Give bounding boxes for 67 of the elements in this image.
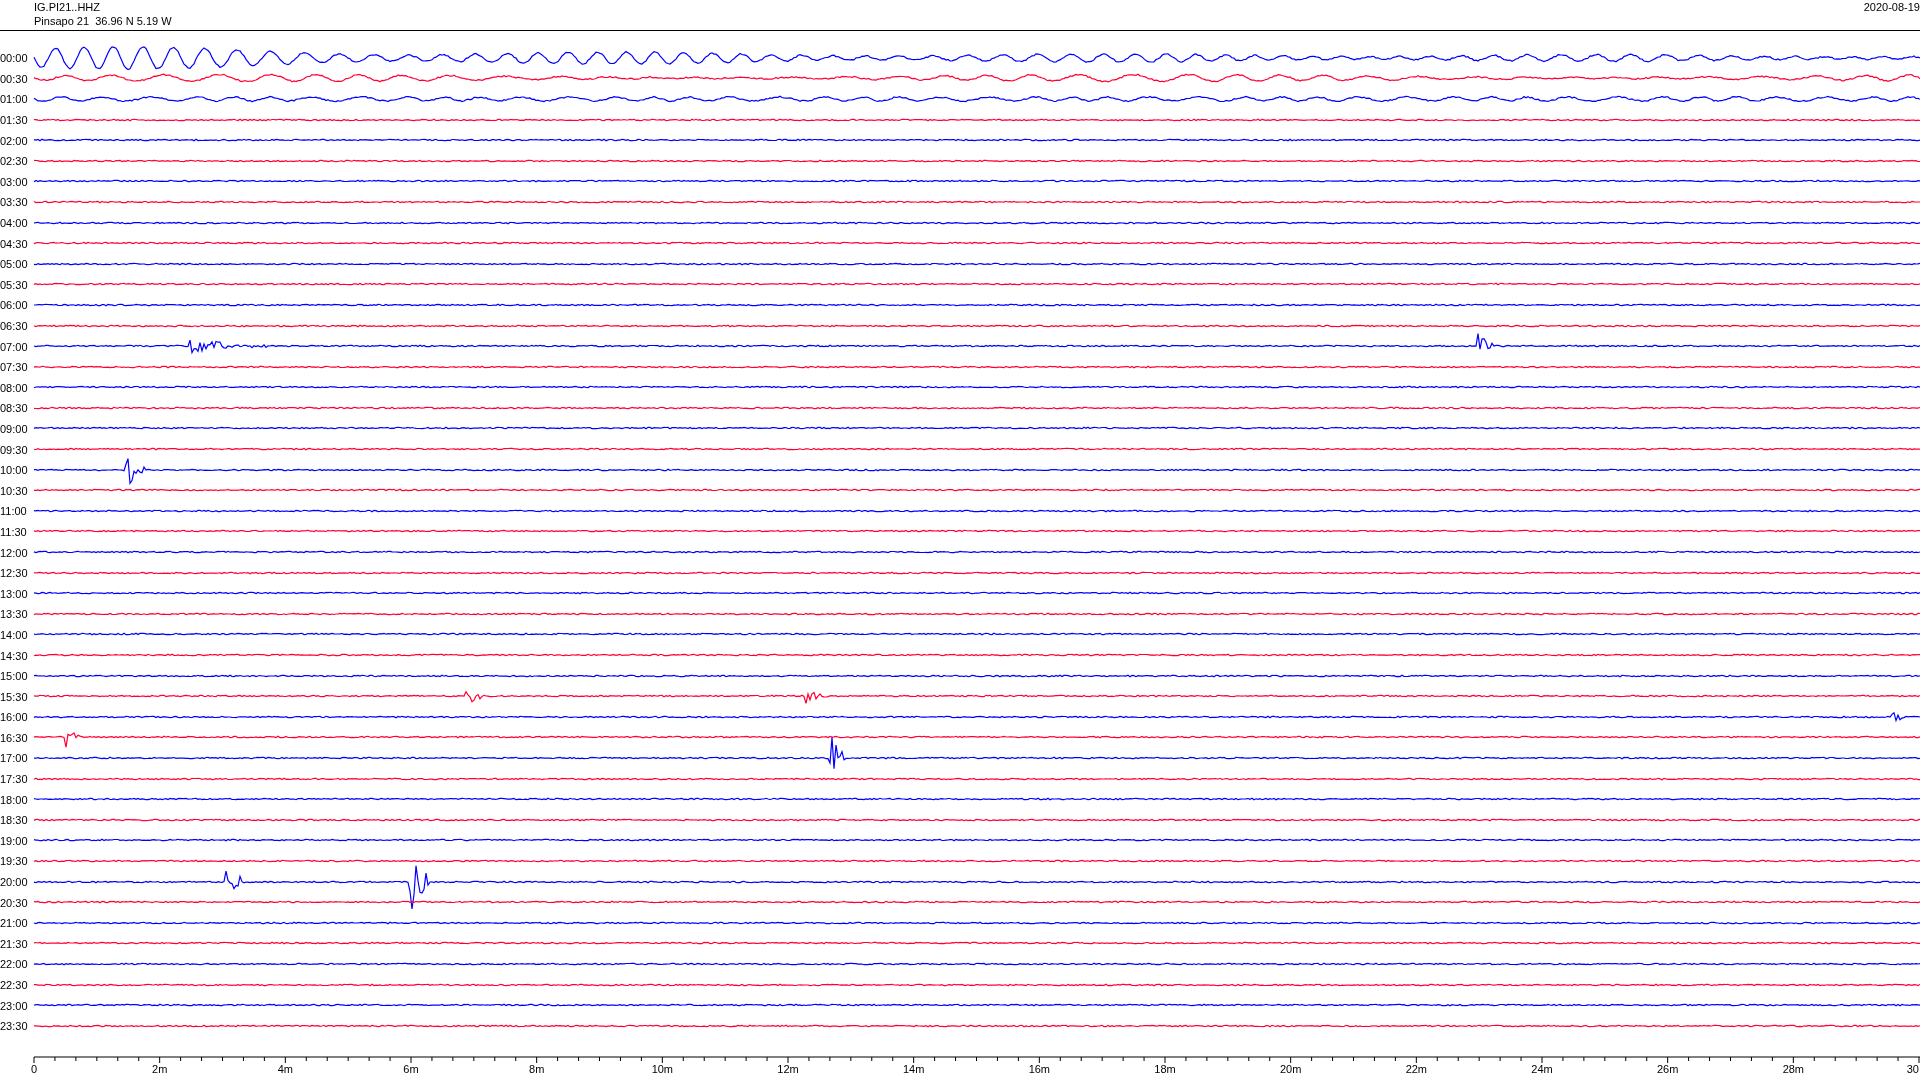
time-label: 05:00 [0,258,29,271]
time-label: 01:00 [0,93,29,106]
time-label: 17:30 [0,773,29,786]
time-label: 09:30 [0,443,29,456]
time-label: 15:30 [0,690,29,703]
time-label: 07:30 [0,361,29,374]
time-label: 08:30 [0,402,29,415]
axis-label: 26m [1656,1062,1679,1075]
time-label: 11:30 [0,525,28,538]
axis-label: 4m [277,1062,293,1075]
axis-label: 8m [529,1062,545,1075]
station-location: Pinsapo 21 36.96 N 5.19 W [34,14,172,28]
time-label: 19:00 [0,834,29,847]
time-label: 10:00 [0,464,29,477]
time-label: 12:30 [0,567,29,580]
time-label: 17:00 [0,752,29,765]
time-label: 10:30 [0,484,29,497]
station-code: IG.PI21..HHZ [34,0,102,14]
time-label: 09:00 [0,423,29,435]
time-label: 18:00 [0,793,29,806]
time-label: 05:30 [0,278,29,291]
time-label: 00:30 [0,72,29,85]
time-label: 18:30 [0,814,29,827]
time-label: 19:30 [0,855,29,868]
time-label: 14:00 [0,628,29,641]
time-label: 20:00 [0,876,29,889]
axis-label: 20m [1279,1062,1302,1075]
axis-label: 12m [777,1062,799,1075]
time-label: 13:30 [0,608,29,621]
time-label: 22:30 [0,979,29,991]
time-label: 21:00 [0,917,29,930]
time-label: 23:30 [0,1020,29,1033]
time-label: 02:00 [0,134,29,147]
time-label: 04:30 [0,237,29,250]
time-label: 03:00 [0,175,29,188]
axis-label: 16m [1028,1062,1051,1075]
time-label: 16:30 [0,731,29,744]
axis-label: 14m [902,1062,925,1075]
time-label: 16:00 [0,711,29,724]
axis-label: 18m [1154,1062,1176,1075]
time-label: 06:00 [0,299,29,312]
time-label: 13:00 [0,587,29,600]
axis-label: 22m [1405,1062,1428,1075]
date-label: 2020-08-19 [1863,0,1920,15]
time-label: 03:30 [0,196,29,209]
time-label: 14:30 [0,649,29,662]
time-label: 20:30 [0,896,29,909]
axis-label: 10m [651,1062,674,1075]
axis-label: 30 [1906,1062,1919,1075]
time-label: 11:00 [0,505,28,518]
time-label: 15:00 [0,670,29,683]
time-label: 02:30 [0,155,29,168]
time-label: 21:30 [0,937,29,950]
axis-label: 0 [30,1062,38,1075]
axis-label: 2m [152,1062,168,1075]
time-label: 00:00 [0,52,29,65]
time-label: 12:00 [0,546,29,559]
time-label: 23:00 [0,999,29,1012]
time-label: 04:00 [0,217,29,230]
axis-label: 6m [403,1062,419,1075]
time-label: 01:30 [0,114,29,127]
time-label: 22:00 [0,958,29,971]
time-label: 07:00 [0,340,29,353]
time-label: 06:30 [0,320,29,332]
axis-label: 24m [1531,1062,1553,1075]
axis-label: 28m [1782,1062,1805,1075]
time-label: 08:00 [0,381,29,394]
